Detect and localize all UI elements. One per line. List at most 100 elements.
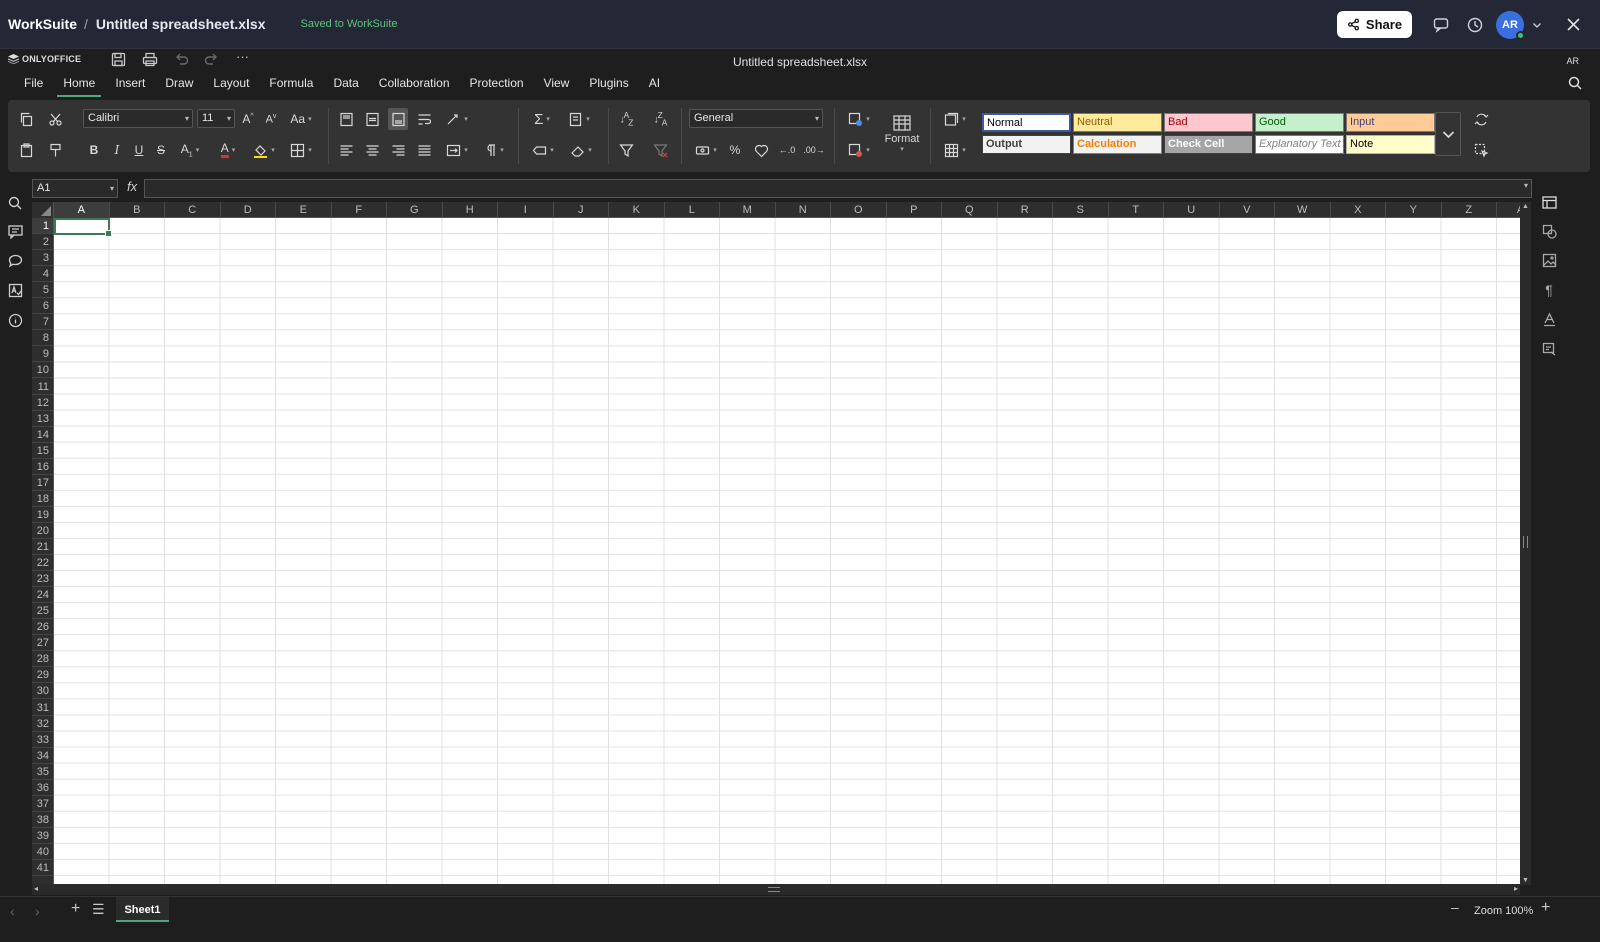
fill-color-button[interactable]: ▾ [248, 139, 280, 161]
clear-filter-button[interactable] [649, 139, 671, 161]
zoom-in-button[interactable]: + [1541, 899, 1550, 917]
style-check-cell[interactable]: Check Cell [1164, 135, 1253, 154]
row-header-39[interactable]: 39 [32, 828, 53, 844]
cell-style-shape-button[interactable]: ▾ [526, 139, 560, 161]
shape-settings-button[interactable] [1540, 222, 1558, 240]
cell-styles-button[interactable]: ▾ [938, 108, 972, 130]
menu-protection[interactable]: Protection [460, 72, 534, 98]
percent-format-button[interactable]: % [725, 139, 745, 161]
row-header-4[interactable]: 4 [32, 266, 53, 283]
font-size-select[interactable]: 11 ▾ [197, 109, 235, 128]
row-header-38[interactable]: 38 [32, 812, 53, 828]
row-header-15[interactable]: 15 [32, 443, 53, 459]
editor-user-initials[interactable]: AR [1566, 56, 1579, 66]
paragraph-settings-button[interactable]: ¶ [1540, 281, 1558, 299]
menu-layout[interactable]: Layout [203, 72, 259, 98]
column-header-v[interactable]: V [1220, 202, 1275, 218]
column-header-f[interactable]: F [332, 202, 387, 218]
menu-ai[interactable]: AI [639, 72, 670, 98]
decrease-font-button[interactable]: Av [262, 108, 280, 130]
borders-button[interactable]: ▾ [285, 139, 317, 161]
cut-button[interactable] [45, 108, 65, 130]
row-header-41[interactable]: 41 [32, 860, 53, 876]
column-header-k[interactable]: K [609, 202, 665, 218]
comments-panel-button[interactable] [6, 223, 24, 241]
column-header-x[interactable]: X [1331, 202, 1386, 218]
wrap-text-button[interactable] [414, 108, 434, 130]
insert-function-button[interactable]: fx [127, 179, 137, 194]
paste-button[interactable] [16, 139, 36, 161]
share-button[interactable]: Share [1337, 11, 1412, 38]
column-header-y[interactable]: Y [1386, 202, 1442, 218]
align-top-button[interactable] [336, 108, 356, 130]
selected-cell-a1[interactable] [54, 218, 112, 237]
row-header-9[interactable]: 9 [32, 346, 53, 363]
row-header-24[interactable]: 24 [32, 587, 53, 604]
increase-font-button[interactable]: A^ [239, 108, 257, 130]
column-header-p[interactable]: P [887, 202, 942, 218]
signature-settings-button[interactable] [1540, 340, 1558, 358]
name-box[interactable]: A1 ▾ [32, 179, 118, 198]
sort-descending-button[interactable]: ↓ZA [649, 108, 671, 130]
row-header-20[interactable]: 20 [32, 523, 53, 539]
column-header-w[interactable]: W [1275, 202, 1331, 218]
search-button[interactable] [1568, 76, 1582, 93]
sheet-tab-sheet1[interactable]: Sheet1 [116, 897, 169, 922]
column-header-a[interactable]: A [54, 202, 110, 218]
row-header-37[interactable]: 37 [32, 796, 53, 812]
menu-home[interactable]: Home [53, 72, 105, 98]
decrease-decimal-button[interactable]: ←.0 [777, 139, 797, 161]
menu-view[interactable]: View [534, 72, 580, 98]
column-header-g[interactable]: G [387, 202, 443, 218]
row-header-18[interactable]: 18 [32, 491, 53, 507]
row-header-12[interactable]: 12 [32, 395, 53, 411]
row-header-33[interactable]: 33 [32, 732, 53, 748]
row-header-5[interactable]: 5 [32, 282, 53, 299]
style-input[interactable]: Input [1346, 113, 1435, 132]
scroll-down-icon[interactable]: ▼ [1522, 877, 1529, 884]
column-header-b[interactable]: B [110, 202, 165, 218]
row-header-16[interactable]: 16 [32, 459, 53, 475]
row-header-35[interactable]: 35 [32, 764, 53, 780]
chat-panel-button[interactable] [6, 252, 24, 270]
menu-plugins[interactable]: Plugins [579, 72, 638, 98]
row-header-26[interactable]: 26 [32, 619, 53, 636]
row-header-40[interactable]: 40 [32, 844, 53, 860]
row-header-25[interactable]: 25 [32, 603, 53, 620]
horizontal-scroll-thumb[interactable] [768, 887, 780, 892]
font-color-button[interactable]: A ▾ [213, 139, 243, 161]
style-explanatory-text[interactable]: Explanatory Text [1255, 135, 1344, 154]
column-header-c[interactable]: C [165, 202, 221, 218]
row-header-10[interactable]: 10 [32, 362, 53, 379]
cell-settings-button[interactable] [1540, 193, 1558, 211]
format-button[interactable]: Format ▾ [882, 110, 922, 158]
column-header-l[interactable]: L [665, 202, 720, 218]
row-header-1[interactable]: 1 [32, 218, 53, 234]
text-art-settings-button[interactable] [1540, 310, 1558, 328]
zoom-out-button[interactable]: – [1451, 899, 1459, 915]
copy-style-button[interactable] [1470, 108, 1492, 130]
column-header-m[interactable]: M [720, 202, 776, 218]
row-header-21[interactable]: 21 [32, 539, 53, 555]
merge-cells-button[interactable]: ▾ [440, 139, 474, 161]
column-header-z[interactable]: Z [1442, 202, 1497, 218]
justify-button[interactable] [414, 139, 434, 161]
menu-file[interactable]: File [14, 72, 53, 98]
filter-button[interactable] [615, 139, 637, 161]
row-header-31[interactable]: 31 [32, 700, 53, 716]
menu-collaboration[interactable]: Collaboration [369, 72, 460, 98]
row-header-22[interactable]: 22 [32, 555, 53, 572]
row-header-34[interactable]: 34 [32, 748, 53, 764]
style-output[interactable]: Output [982, 135, 1071, 154]
format-as-table-button[interactable]: ▾ [938, 139, 972, 161]
row-header-8[interactable]: 8 [32, 330, 53, 347]
close-button[interactable] [1556, 8, 1590, 42]
row-header-27[interactable]: 27 [32, 635, 53, 652]
scroll-left-icon[interactable]: ◂ [34, 884, 38, 893]
number-format-select[interactable]: General ▾ [689, 109, 823, 128]
sheet-list-button[interactable]: ☰ [92, 901, 105, 918]
row-header-28[interactable]: 28 [32, 651, 53, 668]
menu-draw[interactable]: Draw [155, 72, 203, 98]
column-header-h[interactable]: H [443, 202, 498, 218]
row-header-29[interactable]: 29 [32, 667, 53, 684]
